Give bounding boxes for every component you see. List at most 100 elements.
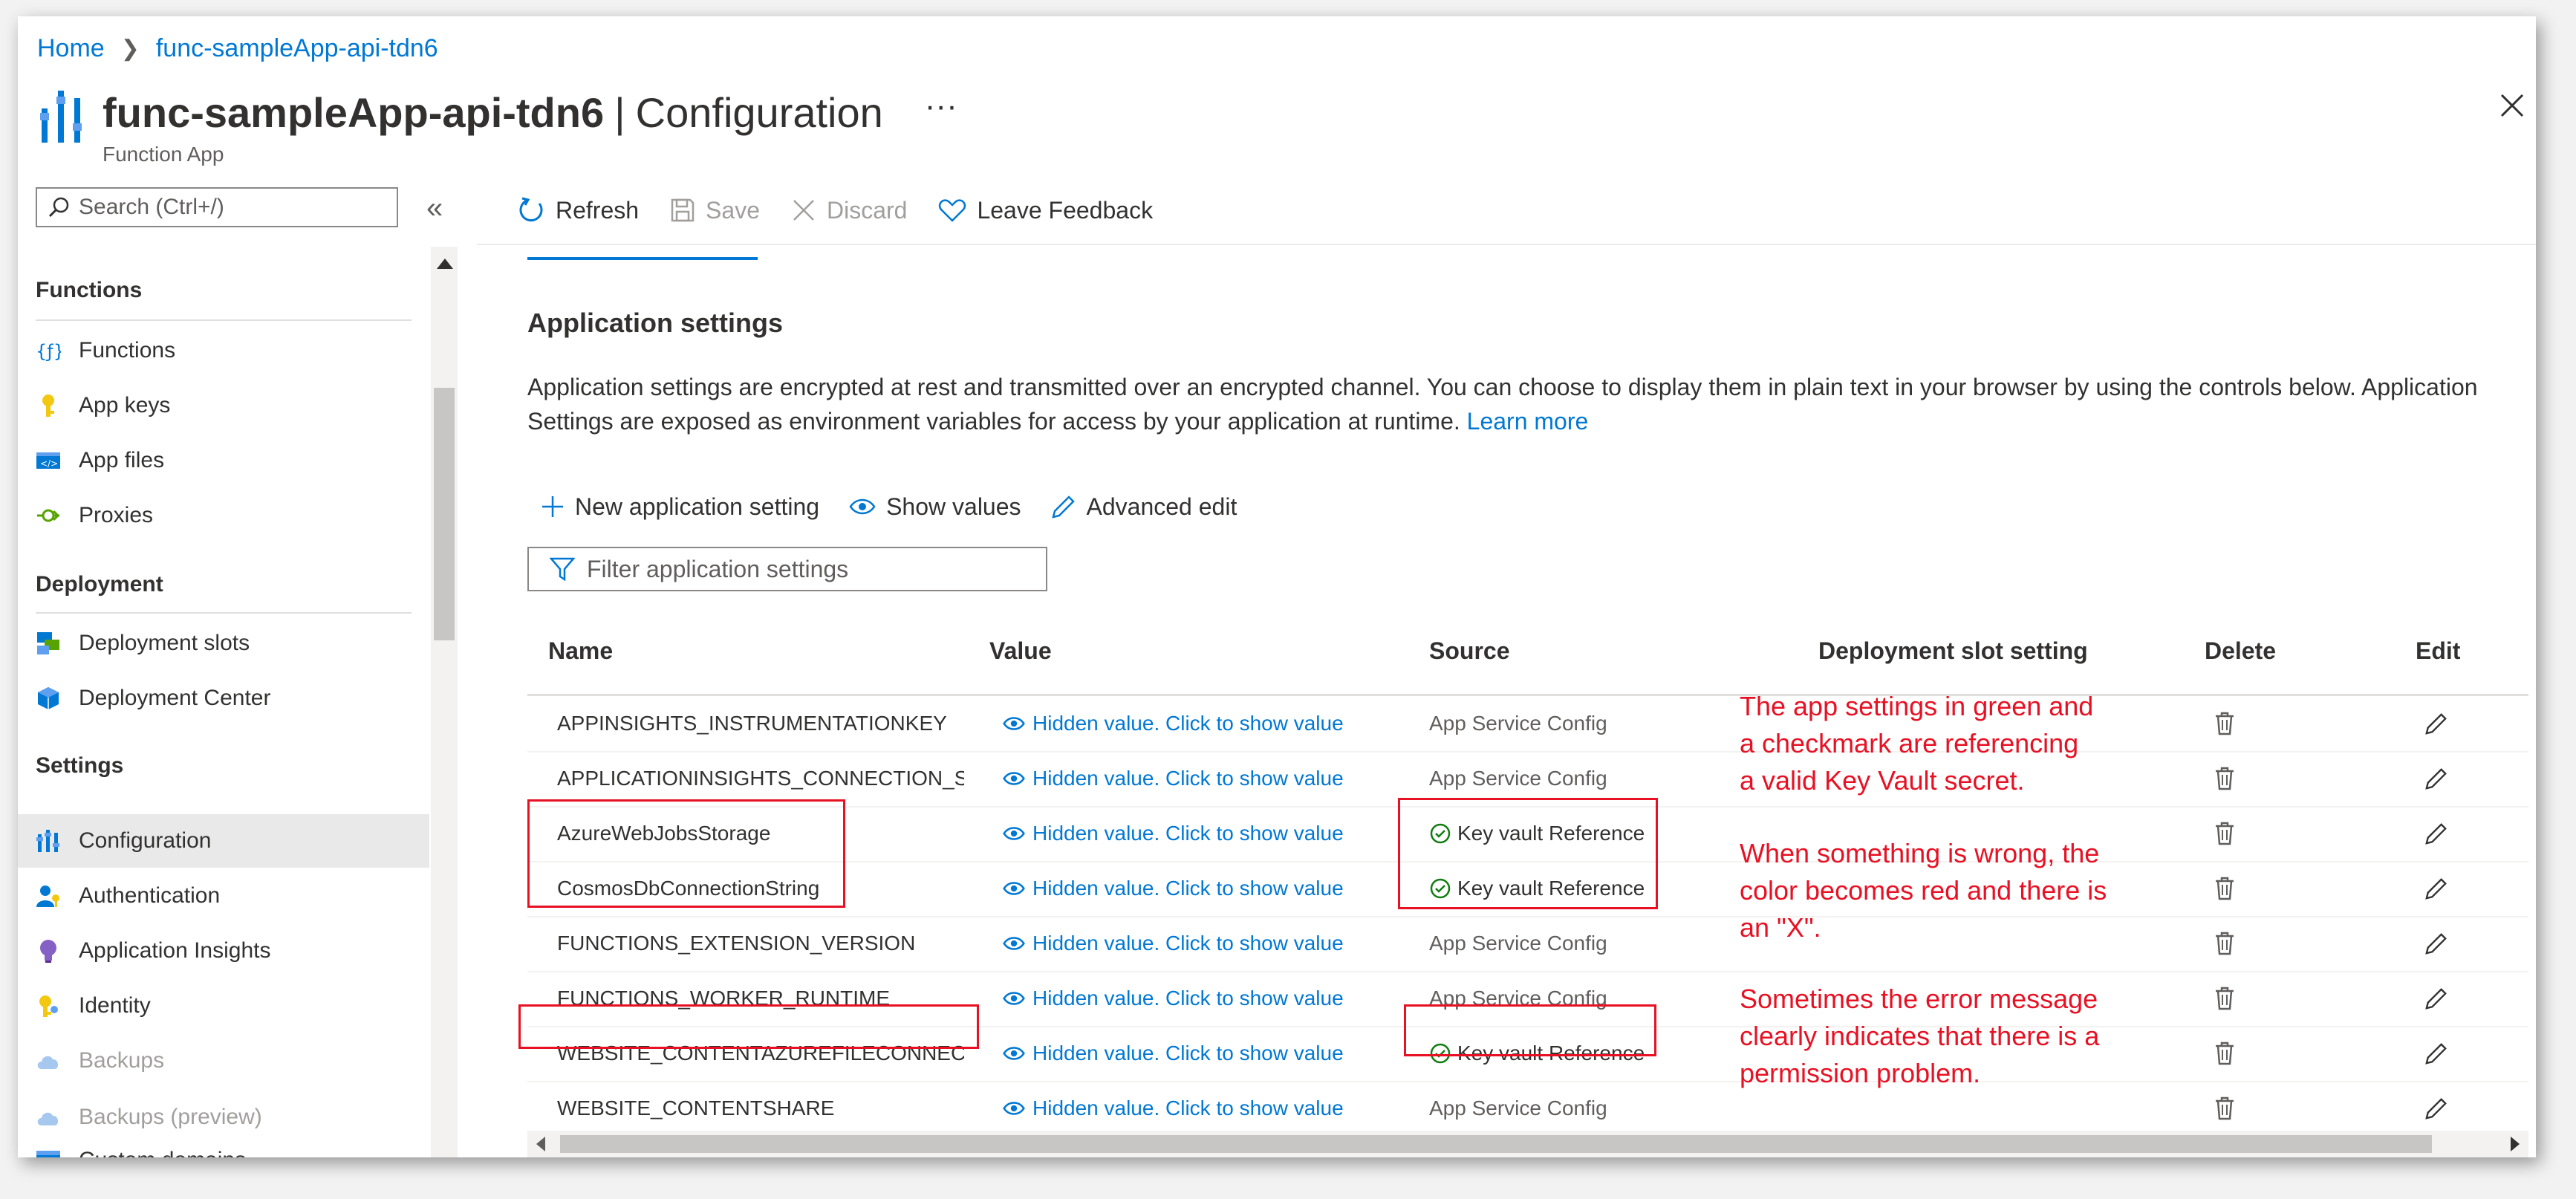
show-values-label: Show values bbox=[886, 493, 1021, 520]
trash-icon bbox=[2216, 1096, 2234, 1120]
scroll-up-icon[interactable] bbox=[437, 259, 453, 269]
delete-setting-button[interactable] bbox=[2214, 916, 2236, 971]
sidebar-item-configuration[interactable]: Configuration bbox=[18, 814, 429, 868]
description-text: Application settings are encrypted at re… bbox=[527, 370, 2528, 438]
breadcrumb-home[interactable]: Home bbox=[37, 34, 105, 63]
sidebar-item-label: App files bbox=[79, 448, 165, 472]
hidden-value-link[interactable]: Hidden value. Click to show value bbox=[1003, 971, 1344, 1026]
sidebar-search-input[interactable]: Search (Ctrl+/) bbox=[36, 187, 398, 227]
trash-icon bbox=[2216, 932, 2234, 955]
column-header-source[interactable]: Source bbox=[1429, 630, 1509, 672]
horizontal-scroll-thumb[interactable] bbox=[560, 1135, 2432, 1153]
sidebar-item-deployment-center[interactable]: Deployment Center bbox=[36, 672, 437, 725]
sidebar-item-label: Proxies bbox=[79, 503, 154, 527]
annotation-note-valid: The app settings in green and a checkmar… bbox=[1740, 691, 2094, 796]
trash-icon bbox=[2216, 767, 2234, 790]
save-button[interactable]: Save bbox=[670, 197, 760, 224]
section-divider bbox=[36, 319, 412, 321]
scroll-right-icon[interactable] bbox=[2511, 1137, 2520, 1151]
horizontal-scrollbar[interactable] bbox=[527, 1131, 2528, 1157]
sidebar-item-label: Configuration bbox=[79, 828, 212, 853]
edit-setting-button[interactable] bbox=[2424, 1081, 2448, 1136]
delete-setting-button[interactable] bbox=[2214, 751, 2236, 806]
breadcrumb-resource[interactable]: func-sampleApp-api-tdn6 bbox=[156, 34, 438, 63]
edit-setting-button[interactable] bbox=[2424, 696, 2448, 751]
sidebar-item-label: Backups (preview) bbox=[79, 1105, 262, 1129]
column-header-delete[interactable]: Delete bbox=[2205, 630, 2276, 672]
edit-setting-button[interactable] bbox=[2424, 971, 2448, 1026]
hidden-value-link[interactable]: Hidden value. Click to show value bbox=[1003, 806, 1344, 861]
svg-text:{ƒ}: {ƒ} bbox=[36, 341, 61, 362]
sidebar-item-proxies[interactable]: Proxies bbox=[36, 489, 437, 542]
value-label: Hidden value. Click to show value bbox=[1032, 1042, 1344, 1065]
column-header-edit[interactable]: Edit bbox=[2416, 630, 2460, 672]
page-subtitle: Function App bbox=[103, 143, 224, 166]
annotation-note-error: When something is wrong, the color becom… bbox=[1740, 838, 2107, 943]
section-deployment: Deployment bbox=[36, 572, 163, 597]
edit-setting-button[interactable] bbox=[2424, 916, 2448, 971]
discard-button[interactable]: Discard bbox=[791, 197, 907, 224]
learn-more-link[interactable]: Learn more bbox=[1467, 408, 1589, 435]
edit-setting-button[interactable] bbox=[2424, 1026, 2448, 1081]
hidden-value-link[interactable]: Hidden value. Click to show value bbox=[1003, 696, 1344, 751]
sidebar-scroll-thumb[interactable] bbox=[434, 388, 455, 640]
column-header-name[interactable]: Name bbox=[548, 630, 613, 672]
column-header-value[interactable]: Value bbox=[989, 630, 1052, 672]
trash-icon bbox=[2216, 1042, 2234, 1065]
pencil-icon bbox=[2425, 988, 2447, 1010]
sidebar-item-deployment-slots[interactable]: Deployment slots bbox=[36, 617, 437, 670]
delete-setting-button[interactable] bbox=[2214, 806, 2236, 861]
delete-setting-button[interactable] bbox=[2214, 1026, 2236, 1081]
filter-settings-input[interactable]: Filter application settings bbox=[527, 547, 1047, 591]
proxy-icon bbox=[36, 503, 61, 528]
collapse-sidebar-button[interactable]: « bbox=[426, 192, 443, 225]
sidebar-item-authentication[interactable]: Authentication bbox=[36, 869, 437, 923]
scroll-left-icon[interactable] bbox=[536, 1137, 545, 1151]
pencil-icon bbox=[2425, 768, 2447, 790]
sidebar-item-app-keys[interactable]: App keys bbox=[36, 379, 437, 432]
delete-setting-button[interactable] bbox=[2214, 971, 2236, 1026]
sidebar-item-app-files[interactable]: </> App files bbox=[36, 434, 437, 487]
hidden-value-link[interactable]: Hidden value. Click to show value bbox=[1003, 861, 1344, 916]
sidebar-item-backups[interactable]: Backups bbox=[36, 1034, 437, 1088]
hidden-value-link[interactable]: Hidden value. Click to show value bbox=[1003, 1026, 1344, 1081]
pencil-icon bbox=[2425, 1098, 2447, 1120]
hidden-value-link[interactable]: Hidden value. Click to show value bbox=[1003, 1081, 1344, 1136]
sidebar-item-label: App keys bbox=[79, 393, 171, 417]
new-application-setting-button[interactable]: New application setting bbox=[541, 493, 819, 521]
person-key-icon bbox=[36, 883, 61, 909]
sidebar-item-functions[interactable]: {ƒ} Functions bbox=[36, 324, 437, 377]
delete-setting-button[interactable] bbox=[2214, 861, 2236, 916]
sidebar-item-identity[interactable]: Identity bbox=[36, 979, 437, 1033]
azure-portal-window: Home ❯ func-sampleApp-api-tdn6 func-samp… bbox=[18, 16, 2536, 1157]
pencil-icon bbox=[2425, 713, 2447, 735]
delete-setting-button[interactable] bbox=[2214, 1081, 2236, 1136]
edit-setting-button[interactable] bbox=[2424, 861, 2448, 916]
save-icon bbox=[671, 198, 695, 222]
show-values-button[interactable]: Show values bbox=[849, 493, 1021, 521]
new-setting-label: New application setting bbox=[575, 493, 820, 520]
edit-setting-button[interactable] bbox=[2424, 751, 2448, 806]
hidden-value-link[interactable]: Hidden value. Click to show value bbox=[1003, 916, 1344, 971]
setting-name: APPINSIGHTS_INSTRUMENTATIONKEY bbox=[557, 712, 947, 735]
setting-name: FUNCTIONS_EXTENSION_VERSION bbox=[557, 932, 916, 955]
hidden-value-link[interactable]: Hidden value. Click to show value bbox=[1003, 751, 1344, 806]
settings-command-bar: New application setting Show values Adva… bbox=[541, 487, 1266, 526]
leave-feedback-button[interactable]: Leave Feedback bbox=[938, 197, 1153, 224]
edit-setting-button[interactable] bbox=[2424, 806, 2448, 861]
svg-text:</>: </> bbox=[40, 458, 58, 469]
delete-setting-button[interactable] bbox=[2214, 696, 2236, 751]
search-placeholder: Search (Ctrl+/) bbox=[79, 195, 224, 219]
sidebar-item-custom-domains[interactable]: Custom domains bbox=[36, 1134, 437, 1157]
table-row: FUNCTIONS_EXTENSION_VERSION Hidden value.… bbox=[527, 916, 2528, 972]
close-icon[interactable] bbox=[2494, 88, 2530, 123]
section-heading: Application settings bbox=[527, 308, 784, 338]
sidebar-item-application-insights[interactable]: Application Insights bbox=[36, 924, 437, 978]
more-options-icon[interactable]: ··· bbox=[925, 88, 957, 125]
column-header-slot-setting[interactable]: Deployment slot setting bbox=[1818, 630, 2088, 672]
value-label: Hidden value. Click to show value bbox=[1032, 987, 1344, 1010]
advanced-edit-button[interactable]: Advanced edit bbox=[1051, 493, 1237, 521]
eye-icon bbox=[1003, 772, 1025, 785]
eye-icon bbox=[1003, 937, 1025, 950]
refresh-button[interactable]: Refresh bbox=[517, 196, 639, 224]
